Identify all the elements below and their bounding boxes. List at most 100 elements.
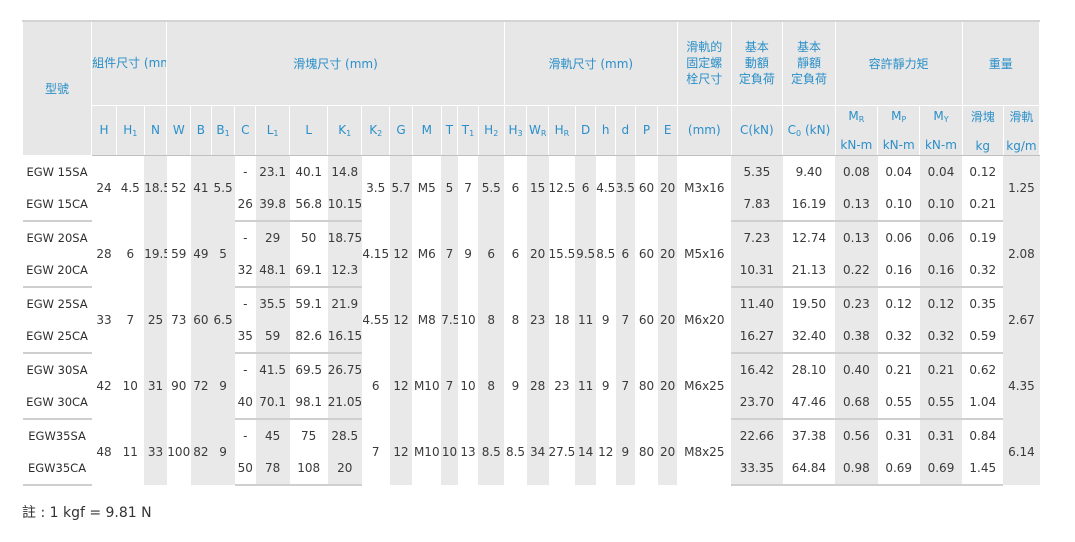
cell-K1: 20: [327, 452, 362, 486]
cell-block_w: 0.35: [969, 297, 997, 311]
cell-N: 31: [144, 353, 167, 419]
cell-dyn: 23.70: [731, 386, 783, 420]
subheader-19: D: [574, 105, 597, 156]
cell-model: EGW 25SA: [26, 297, 88, 311]
cell-B1: 9: [211, 419, 235, 485]
cell-K2: 4.15: [362, 247, 390, 261]
cell-MY: 0.69: [919, 452, 963, 486]
subheader-0: H: [91, 105, 117, 156]
cell-C: 32: [234, 254, 256, 288]
cell-MY: 0.12: [919, 287, 963, 320]
cell-K1: 10.15: [327, 188, 362, 222]
cell-sta: 21.13: [782, 254, 836, 288]
cell-MY: 0.16: [919, 254, 963, 288]
header-model: 型號: [21, 20, 93, 156]
cell-B: 72: [190, 353, 212, 419]
cell-K1: 18.75: [327, 221, 362, 254]
cell-T1: 7: [464, 181, 472, 196]
cell-WR: 23: [526, 287, 549, 353]
subheader-8: L: [289, 105, 329, 156]
subheader-2: N: [143, 105, 168, 156]
cell-H3: 8.5: [505, 445, 526, 459]
cell-dyn: 16.27: [731, 320, 783, 354]
cell-L: 69.5: [295, 363, 323, 377]
subheader-block-weight: 滑塊 kg: [961, 105, 1004, 156]
cell-MP: 0.21: [885, 363, 913, 377]
cell-model: EGW 25CA: [22, 320, 92, 354]
cell-model: EGW 20CA: [22, 254, 92, 288]
cell-N: 18.5: [144, 155, 167, 221]
cell-M: M10: [413, 445, 440, 459]
cell-C: -: [243, 363, 248, 377]
header-rail-dimensions: 滑軌尺寸 (mm): [503, 20, 678, 106]
cell-h: 8.5: [596, 247, 616, 261]
cell-L1: 45: [255, 419, 290, 452]
cell-model: EGW35SA: [28, 429, 86, 443]
cell-model: EGW 15SA: [26, 164, 88, 179]
cell-L: 75: [301, 429, 317, 443]
cell-MP: 0.06: [885, 231, 913, 245]
subheader-14: T1: [457, 105, 479, 156]
table-row: EGW 30SA 42 10 31 90 72 9-41.5 69.5 26.75 6 12 M10 7…: [23, 353, 1040, 419]
cell-H1: 7: [126, 313, 135, 327]
cell-model: EGW 30CA: [22, 386, 92, 420]
cell-D: 9.5: [575, 221, 596, 287]
cell-bolt: M6x25: [684, 379, 725, 393]
cell-MY: 0.10: [919, 188, 963, 222]
subheader-7: L1: [255, 105, 291, 156]
cell-E: 20: [657, 353, 678, 419]
cell-L1: 59: [255, 320, 290, 354]
cell-MY: 0.21: [919, 353, 963, 386]
table-row: EGW35SA 48 11 33 100 82 9-45 75 28.5 7 12 M10 10 13 8.…: [23, 419, 1040, 485]
subheader-13: T: [440, 105, 459, 156]
cell-d: 3.5: [615, 155, 636, 221]
cell-model: EGW 15CA: [22, 188, 92, 222]
cell-K1: 21.05: [327, 386, 362, 420]
cell-sta: 28.10: [791, 363, 827, 377]
cell-L1: 41.5: [255, 353, 290, 386]
cell-MY: 0.06: [919, 221, 963, 254]
cell-h: 4.5: [596, 181, 616, 196]
cell-H2: 5.5: [478, 155, 505, 221]
cell-sta: 16.19: [782, 188, 836, 222]
cell-K1: 12.3: [327, 254, 362, 288]
cell-T1: 10: [460, 379, 476, 393]
cell-T: 10: [441, 419, 458, 485]
cell-MR: 0.56: [835, 419, 878, 452]
cell-H: 28: [96, 247, 112, 261]
subheader-bolt-unit: (mm): [676, 105, 732, 156]
cell-L1: 78: [255, 452, 290, 486]
subheader-4: B: [190, 105, 212, 156]
cell-P: 60: [638, 313, 655, 327]
cell-H2: 8: [478, 353, 505, 419]
cell-C: 26: [234, 188, 256, 222]
subheader-moment-0: MR kN-m: [834, 105, 879, 156]
cell-L: 108: [289, 452, 328, 486]
cell-MP: 0.16: [877, 254, 920, 288]
subheader-22: P: [634, 105, 659, 156]
cell-H: 24: [96, 181, 112, 196]
cell-MR: 0.23: [835, 287, 878, 320]
cell-L: 40.1: [295, 164, 323, 179]
cell-H: 42: [96, 379, 112, 393]
cell-H1: 10: [122, 379, 138, 393]
cell-L: 69.1: [289, 254, 328, 288]
header-bolt-size: 滑軌的 固定螺 栓尺寸: [676, 20, 732, 106]
cell-T: 7: [441, 221, 458, 287]
cell-K2: 6: [371, 379, 380, 393]
header-static-load: 基本 靜額 定負荷: [782, 20, 836, 106]
cell-h: 12: [598, 445, 614, 459]
cell-bolt: M8x25: [684, 445, 725, 459]
cell-h: 9: [601, 379, 610, 393]
cell-MP: 0.31: [885, 429, 913, 443]
cell-C: -: [243, 429, 248, 443]
cell-D: 11: [575, 353, 596, 419]
cell-D: 14: [575, 419, 596, 485]
cell-rail_w: 1.25: [1003, 155, 1040, 221]
cell-H1: 6: [126, 247, 135, 261]
subheader-18: HR: [548, 105, 576, 156]
cell-rail_w: 4.35: [1003, 353, 1040, 419]
cell-C: -: [243, 231, 248, 245]
cell-H3: 6: [511, 247, 520, 261]
cell-C: 40: [234, 386, 256, 420]
